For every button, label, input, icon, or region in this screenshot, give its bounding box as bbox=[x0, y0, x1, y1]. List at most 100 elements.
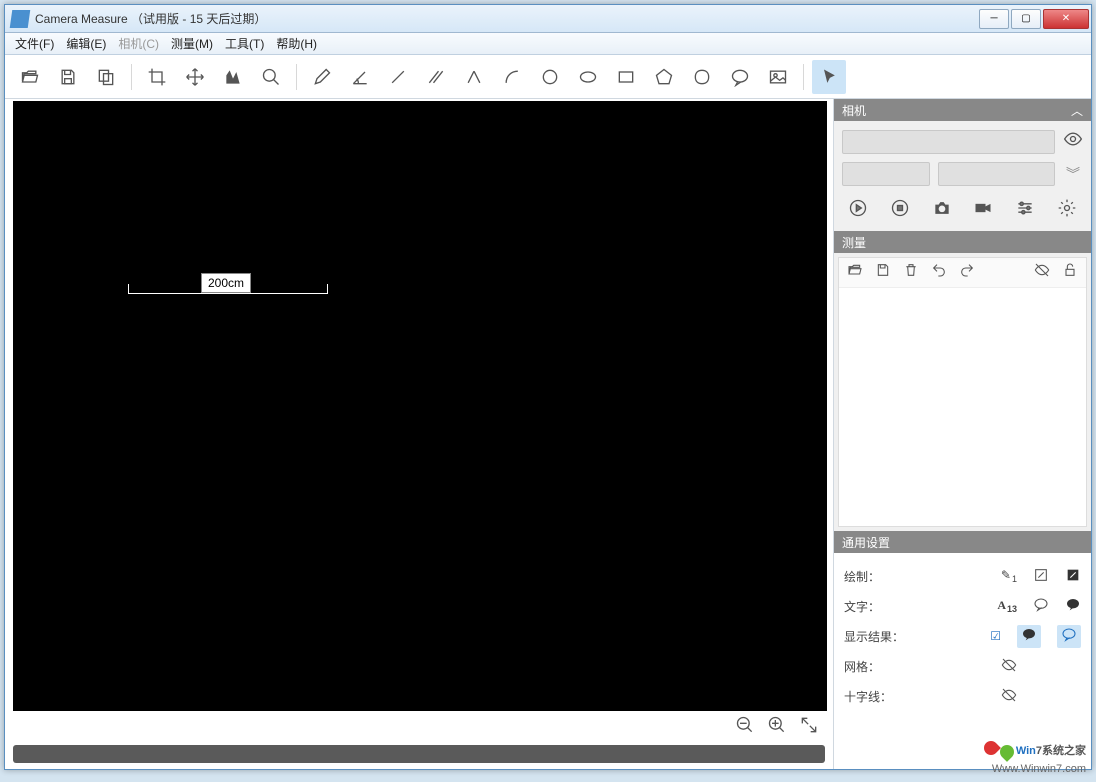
settings-panel-body: 绘制： ✎1 文字： A13 显示结果： bbox=[834, 553, 1091, 751]
open-icon[interactable] bbox=[13, 60, 47, 94]
rectangle-icon[interactable] bbox=[609, 60, 643, 94]
side-panel: 相机 ︿ ︾ bbox=[833, 99, 1091, 769]
menu-help[interactable]: 帮助(H) bbox=[270, 33, 323, 54]
circle-icon[interactable] bbox=[533, 60, 567, 94]
menubar: 文件(F) 编辑(E) 相机(C) 测量(M) 工具(T) 帮助(H) bbox=[5, 33, 1091, 55]
stop-icon[interactable] bbox=[886, 198, 914, 223]
setting-draw-row: 绘制： ✎1 bbox=[844, 561, 1081, 591]
canvas[interactable]: 200cm bbox=[13, 101, 827, 711]
watermark-logo-icon bbox=[984, 739, 1014, 763]
annotation-icon[interactable] bbox=[723, 60, 757, 94]
measure-panel-header[interactable]: 测量 bbox=[834, 231, 1091, 253]
camera-resolution-select[interactable] bbox=[842, 162, 930, 186]
horizontal-scrollbar[interactable] bbox=[13, 745, 825, 763]
record-icon[interactable] bbox=[969, 198, 997, 223]
open-icon[interactable] bbox=[847, 262, 863, 283]
measurement-line[interactable] bbox=[128, 293, 328, 294]
delete-icon[interactable] bbox=[903, 262, 919, 283]
menu-camera[interactable]: 相机(C) bbox=[112, 33, 165, 54]
setting-result-row: 显示结果： ☑ bbox=[844, 621, 1081, 651]
setting-grid-row: 网格： bbox=[844, 651, 1081, 681]
camera-controls bbox=[842, 194, 1083, 223]
comment-fill-icon[interactable] bbox=[1065, 597, 1081, 616]
close-button[interactable]: ✕ bbox=[1043, 9, 1089, 29]
crop-icon[interactable] bbox=[140, 60, 174, 94]
settings-panel-title: 通用设置 bbox=[842, 534, 890, 551]
image-icon[interactable] bbox=[761, 60, 795, 94]
arc-icon[interactable] bbox=[495, 60, 529, 94]
fullscreen-icon[interactable] bbox=[799, 715, 819, 740]
font-icon[interactable]: A13 bbox=[997, 598, 1017, 614]
setting-grid-label: 网格： bbox=[844, 658, 924, 675]
measure-panel-body bbox=[834, 253, 1091, 531]
menu-file[interactable]: 文件(F) bbox=[9, 33, 60, 54]
checkbox-icon[interactable]: ☑ bbox=[990, 629, 1001, 643]
visibility-off-icon[interactable] bbox=[1001, 687, 1017, 706]
maximize-button[interactable]: ▢ bbox=[1011, 9, 1041, 29]
separator bbox=[131, 64, 132, 90]
content-area: 200cm 相机 ︿ ︾ bbox=[5, 99, 1091, 769]
pentagon-icon[interactable] bbox=[647, 60, 681, 94]
menu-edit[interactable]: 编辑(E) bbox=[60, 33, 112, 54]
comment-outline-icon[interactable] bbox=[1057, 625, 1081, 648]
unlock-icon[interactable] bbox=[1062, 262, 1078, 283]
camera-format-select[interactable] bbox=[938, 162, 1055, 186]
pencil-icon[interactable]: ✎1 bbox=[1001, 568, 1017, 584]
rounded-shape-icon[interactable] bbox=[685, 60, 719, 94]
visibility-off-icon[interactable] bbox=[1034, 262, 1050, 283]
menu-tool[interactable]: 工具(T) bbox=[219, 33, 270, 54]
parallel-lines-icon[interactable] bbox=[419, 60, 453, 94]
angle-icon[interactable] bbox=[343, 60, 377, 94]
window-buttons: ─ ▢ ✕ bbox=[977, 9, 1089, 29]
camera-panel-body: ︾ bbox=[834, 121, 1091, 231]
pencil-icon[interactable] bbox=[305, 60, 339, 94]
save-icon[interactable] bbox=[875, 262, 891, 283]
visibility-icon[interactable] bbox=[1063, 129, 1083, 154]
save-icon[interactable] bbox=[51, 60, 85, 94]
pointer-icon[interactable] bbox=[812, 60, 846, 94]
app-icon bbox=[10, 10, 31, 28]
measure-toolbar bbox=[839, 258, 1086, 288]
settings-panel-header[interactable]: 通用设置 bbox=[834, 531, 1091, 553]
gear-icon[interactable] bbox=[1053, 198, 1081, 223]
move-icon[interactable] bbox=[178, 60, 212, 94]
play-icon[interactable] bbox=[844, 198, 872, 223]
visibility-off-icon[interactable] bbox=[1001, 657, 1017, 676]
measure-panel-title: 测量 bbox=[842, 234, 866, 251]
camera-select[interactable] bbox=[842, 130, 1055, 154]
ellipse-icon[interactable] bbox=[571, 60, 605, 94]
edit-box-icon[interactable] bbox=[1033, 567, 1049, 586]
fill-box-icon[interactable] bbox=[1065, 567, 1081, 586]
line-icon[interactable] bbox=[381, 60, 415, 94]
separator bbox=[803, 64, 804, 90]
comment-outline-icon[interactable] bbox=[1033, 597, 1049, 616]
undo-icon[interactable] bbox=[931, 262, 947, 283]
polyline-icon[interactable] bbox=[457, 60, 491, 94]
zoom-out-icon[interactable] bbox=[735, 715, 755, 740]
expand-icon[interactable]: ︾ bbox=[1063, 164, 1083, 184]
camera-panel-header[interactable]: 相机 ︿ bbox=[834, 99, 1091, 121]
menu-measure[interactable]: 测量(M) bbox=[165, 33, 219, 54]
watermark-url: Www.Winwin7.com bbox=[984, 763, 1086, 776]
redo-icon[interactable] bbox=[959, 262, 975, 283]
copy-icon[interactable] bbox=[89, 60, 123, 94]
comment-fill-icon[interactable] bbox=[1017, 625, 1041, 648]
minimize-button[interactable]: ─ bbox=[979, 9, 1009, 29]
setting-cross-label: 十字线： bbox=[844, 688, 924, 705]
collapse-icon[interactable]: ︿ bbox=[1071, 102, 1083, 119]
titlebar: Camera Measure （试用版 - 15 天后过期） ─ ▢ ✕ bbox=[5, 5, 1091, 33]
sliders-icon[interactable] bbox=[1011, 198, 1039, 223]
setting-draw-label: 绘制： bbox=[844, 568, 924, 585]
measurement-label[interactable]: 200cm bbox=[201, 273, 251, 293]
zoom-in-icon[interactable] bbox=[767, 715, 787, 740]
zoom-icon[interactable] bbox=[254, 60, 288, 94]
separator bbox=[296, 64, 297, 90]
histogram-icon[interactable] bbox=[216, 60, 250, 94]
measure-list bbox=[838, 257, 1087, 527]
snapshot-icon[interactable] bbox=[928, 198, 956, 223]
app-window: Camera Measure （试用版 - 15 天后过期） ─ ▢ ✕ 文件(… bbox=[4, 4, 1092, 770]
setting-result-label: 显示结果： bbox=[844, 628, 924, 645]
watermark: Win7Win7系统之家系统之家 Www.Winwin7.com bbox=[984, 739, 1086, 776]
canvas-area: 200cm bbox=[5, 99, 833, 769]
window-title: Camera Measure （试用版 - 15 天后过期） bbox=[35, 10, 266, 27]
